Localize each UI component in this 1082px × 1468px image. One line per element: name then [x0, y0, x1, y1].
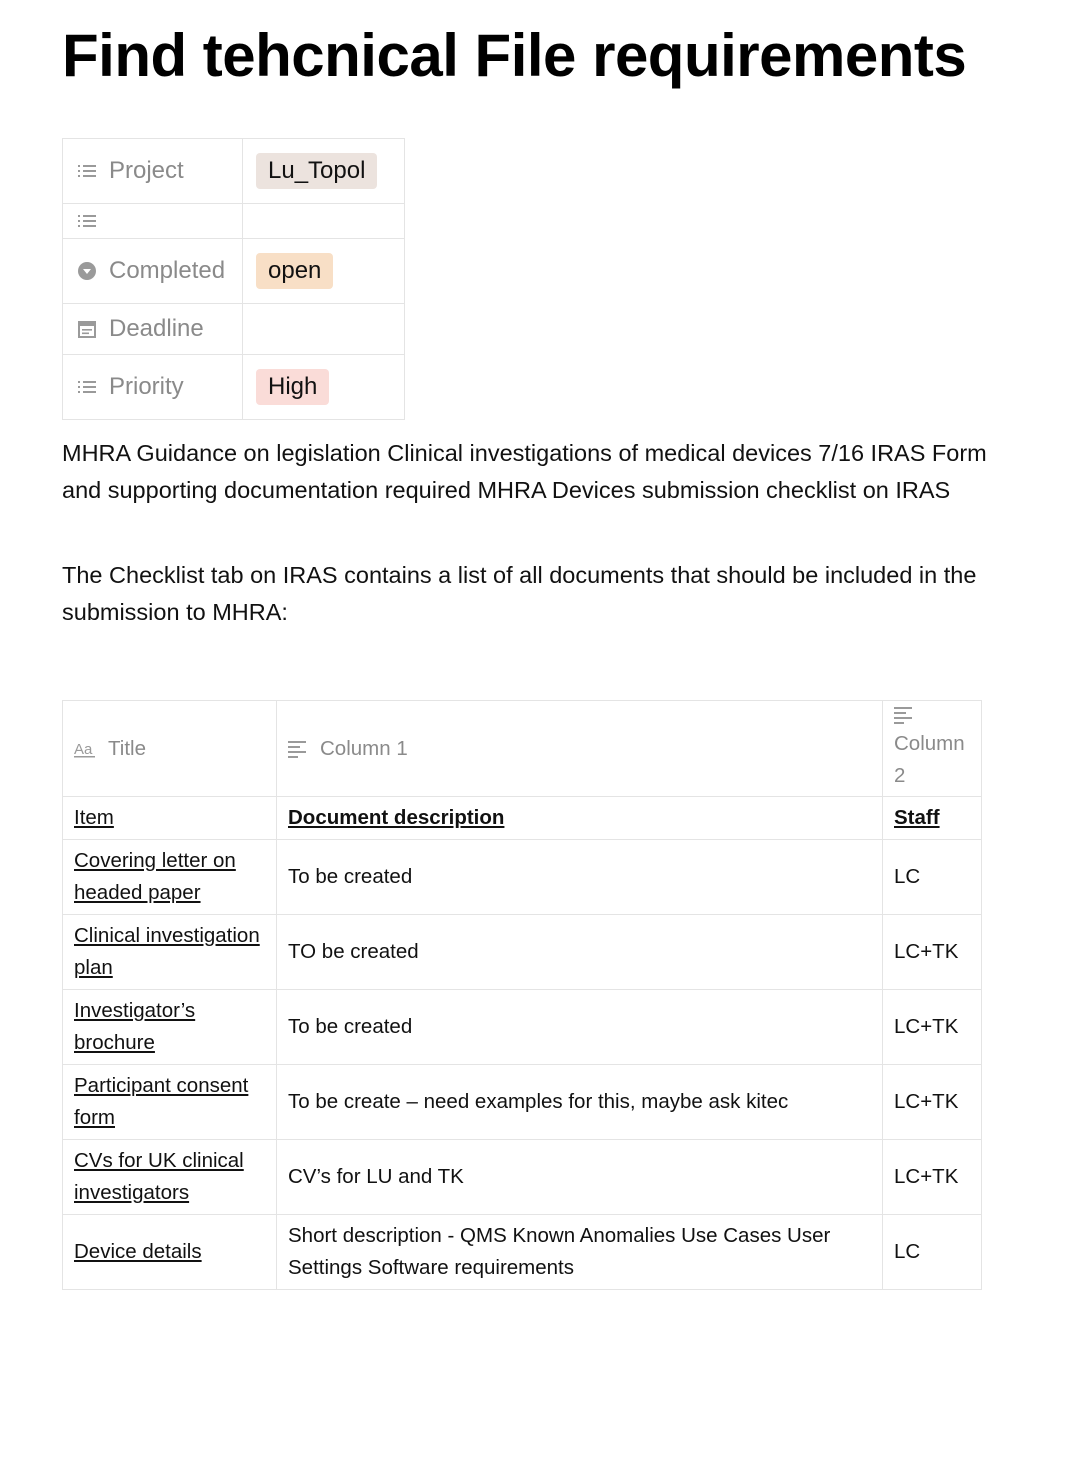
column-header-title-label: Title — [108, 736, 146, 760]
property-label-completed: Completed — [109, 257, 226, 284]
documents-table: Aa Title Column 1 Column 2 Item Document… — [62, 700, 982, 1290]
column-header-column-1[interactable]: Column 1 — [276, 700, 883, 797]
properties-table: Project Lu_Topol Completed open Deadline… — [62, 138, 405, 420]
item-link[interactable]: Covering letter on headed paper — [74, 849, 236, 904]
table-row: Covering letter on headed paper To be cr… — [62, 839, 982, 915]
item-link[interactable]: Participant consent form — [74, 1074, 248, 1129]
table-cell-description[interactable]: CV’s for LU and TK — [276, 1139, 883, 1215]
property-value-cell[interactable]: High — [242, 354, 405, 420]
table-cell-staff[interactable]: LC+TK — [882, 1139, 982, 1215]
priority-tag[interactable]: High — [256, 369, 330, 405]
table-cell-item[interactable]: Device details — [62, 1214, 277, 1290]
body-paragraph-1: MHRA Guidance on legislation Clinical in… — [62, 440, 987, 503]
table-row: CVs for UK clinical investigators CV’s f… — [62, 1139, 982, 1215]
table-cell-description[interactable]: Short description - QMS Known Anomalies … — [276, 1214, 883, 1290]
body-paragraph-2: The Checklist tab on IRAS contains a lis… — [62, 562, 977, 625]
page-title: Find tehcnical File requirements — [62, 22, 967, 89]
table-cell-item[interactable]: Participant consent form — [62, 1064, 277, 1140]
property-label-cell[interactable] — [62, 203, 243, 239]
item-link[interactable]: Investigator’s brochure — [74, 999, 195, 1054]
property-value-cell[interactable] — [242, 203, 405, 239]
table-cell-staff[interactable]: LC+TK — [882, 989, 982, 1065]
table-row: Device details Short description - QMS K… — [62, 1214, 982, 1290]
table-cell-item[interactable]: Clinical investigation plan — [62, 914, 277, 990]
property-label-deadline: Deadline — [109, 315, 204, 342]
item-link[interactable]: Item — [74, 806, 114, 829]
table-cell-item[interactable]: Item — [62, 796, 277, 840]
table-cell-description[interactable]: To be created — [276, 839, 883, 915]
property-row-empty — [62, 203, 405, 239]
column-header-title[interactable]: Aa Title — [62, 700, 277, 797]
property-label-cell[interactable]: Priority — [62, 354, 243, 420]
chevron-circle-icon — [78, 262, 96, 280]
table-cell-description[interactable]: TO be created — [276, 914, 883, 990]
property-label-priority: Priority — [109, 373, 184, 400]
property-label-project: Project — [109, 157, 184, 184]
table-cell-description[interactable]: To be create – need examples for this, m… — [276, 1064, 883, 1140]
table-cell-description[interactable]: Document description — [276, 796, 883, 840]
calendar-icon — [78, 321, 96, 338]
property-value-cell[interactable]: Lu_Topol — [242, 138, 405, 204]
property-row-priority: Priority High — [62, 354, 405, 420]
table-cell-staff[interactable]: LC+TK — [882, 1064, 982, 1140]
project-tag[interactable]: Lu_Topol — [256, 153, 378, 189]
item-link[interactable]: CVs for UK clinical investigators — [74, 1149, 244, 1204]
table-cell-staff[interactable]: LC — [882, 1214, 982, 1290]
text-lines-icon — [288, 740, 306, 758]
property-row-completed: Completed open — [62, 238, 405, 304]
table-row: Investigator’s brochure To be created LC… — [62, 989, 982, 1065]
table-cell-item[interactable]: Covering letter on headed paper — [62, 839, 277, 915]
table-row: Item Document description Staff — [62, 796, 982, 840]
status-tag[interactable]: open — [256, 253, 334, 289]
table-row: Clinical investigation plan TO be create… — [62, 914, 982, 990]
list-icon — [78, 215, 96, 227]
staff-header-text: Staff — [894, 806, 940, 829]
list-icon — [78, 381, 96, 393]
list-icon — [78, 165, 96, 177]
column-header-column-2-label: Column 2 — [894, 731, 965, 787]
item-link[interactable]: Device details — [74, 1240, 202, 1263]
table-cell-staff[interactable]: LC+TK — [882, 914, 982, 990]
property-label-cell[interactable]: Deadline — [62, 303, 243, 355]
text-aa-icon: Aa — [74, 741, 95, 758]
item-link[interactable]: Clinical investigation plan — [74, 924, 260, 979]
table-cell-description[interactable]: To be created — [276, 989, 883, 1065]
table-row: Participant consent form To be create – … — [62, 1064, 982, 1140]
svg-text:Aa: Aa — [74, 741, 93, 758]
text-lines-icon — [894, 706, 912, 724]
table-cell-item[interactable]: CVs for UK clinical investigators — [62, 1139, 277, 1215]
table-column-header-row: Aa Title Column 1 Column 2 — [62, 700, 982, 797]
table-cell-staff[interactable]: Staff — [882, 796, 982, 840]
property-value-cell[interactable] — [242, 303, 405, 355]
property-label-cell[interactable]: Project — [62, 138, 243, 204]
description-header-text: Document description — [288, 806, 505, 829]
column-header-column-1-label: Column 1 — [320, 736, 408, 760]
property-label-cell[interactable]: Completed — [62, 238, 243, 304]
property-value-cell[interactable]: open — [242, 238, 405, 304]
property-row-deadline: Deadline — [62, 303, 405, 355]
property-row-project: Project Lu_Topol — [62, 138, 405, 204]
table-cell-item[interactable]: Investigator’s brochure — [62, 989, 277, 1065]
table-cell-staff[interactable]: LC — [882, 839, 982, 915]
column-header-column-2[interactable]: Column 2 — [882, 700, 982, 797]
